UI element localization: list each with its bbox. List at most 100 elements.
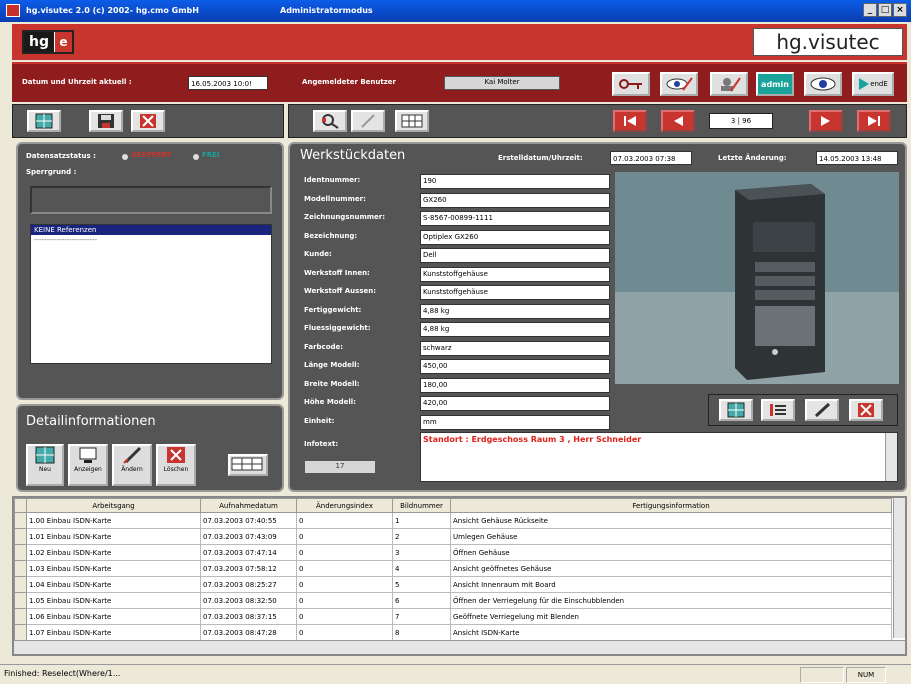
table-cell[interactable]: 1.07 Einbau ISDN-Karte: [26, 624, 201, 641]
table-row[interactable]: 1.05 Einbau ISDN-Karte 07.03.2003 08:32:5…: [14, 592, 892, 609]
row-selector[interactable]: [14, 512, 27, 529]
table-cell[interactable]: 0: [296, 528, 393, 545]
table-cell[interactable]: 3: [392, 544, 451, 561]
table-cell[interactable]: 2: [392, 528, 451, 545]
table-cell[interactable]: 1.05 Einbau ISDN-Karte: [26, 592, 201, 609]
key-icon[interactable]: [612, 72, 650, 96]
table-cell[interactable]: 1: [392, 512, 451, 529]
references-list[interactable]: KEINE Referenzen -----------------------…: [30, 224, 272, 364]
field-value[interactable]: 4,88 kg: [420, 303, 610, 319]
table-row[interactable]: 1.06 Einbau ISDN-Karte 07.03.2003 08:37:1…: [14, 608, 892, 625]
col-fertigungsinformation[interactable]: Fertigungsinformation: [450, 498, 892, 513]
table-row[interactable]: 1.00 Einbau ISDN-Karte 07.03.2003 07:40:5…: [14, 512, 892, 529]
field-value[interactable]: 4,88 kg: [420, 322, 610, 337]
field-value[interactable]: Dell: [420, 248, 610, 263]
table-row[interactable]: 1.04 Einbau ISDN-Karte 07.03.2003 08:25:2…: [14, 576, 892, 593]
cancel-icon[interactable]: [131, 110, 165, 132]
table-cell[interactable]: 0: [296, 544, 393, 561]
table-cell[interactable]: 07.03.2003 08:25:27: [200, 576, 297, 593]
field-value[interactable]: S-8567-00899-1111: [420, 211, 610, 226]
photo-edit-icon[interactable]: [805, 399, 839, 421]
table-row[interactable]: 1.03 Einbau ISDN-Karte 07.03.2003 07:58:1…: [14, 560, 892, 577]
first-record-icon[interactable]: [613, 110, 647, 132]
table-cell[interactable]: 07.03.2003 08:32:50: [200, 592, 297, 609]
table-cell[interactable]: 0: [296, 512, 393, 529]
row-selector[interactable]: [14, 624, 27, 641]
filter-icon[interactable]: [351, 110, 385, 132]
table-cell[interactable]: Ansicht Gehäuse Rückseite: [450, 512, 892, 529]
lock-reason-field[interactable]: [30, 186, 272, 214]
photo-delete-icon[interactable]: [849, 399, 883, 421]
table-cell[interactable]: 07.03.2003 07:40:55: [200, 512, 297, 529]
table-cell[interactable]: 0: [296, 624, 393, 641]
table-cell[interactable]: 07.03.2003 08:37:15: [200, 608, 297, 625]
table-cell[interactable]: 1.03 Einbau ISDN-Karte: [26, 560, 201, 577]
photo-grid-icon[interactable]: [719, 399, 753, 421]
field-value[interactable]: 190: [420, 174, 610, 189]
prev-record-icon[interactable]: [661, 110, 695, 132]
table-cell[interactable]: 1.06 Einbau ISDN-Karte: [26, 608, 201, 625]
grid-view-button[interactable]: [228, 454, 268, 476]
table-row[interactable]: 1.02 Einbau ISDN-Karte 07.03.2003 07:47:1…: [14, 544, 892, 561]
field-value[interactable]: GX260: [420, 192, 610, 208]
infotext-scrollbar[interactable]: [885, 433, 897, 481]
table-cell[interactable]: Ansicht ISDN-Karte: [450, 624, 892, 641]
table-cell[interactable]: 6: [392, 592, 451, 609]
table-cell[interactable]: 07.03.2003 07:58:12: [200, 560, 297, 577]
edit-button[interactable]: Ändern: [112, 444, 152, 486]
free-radio[interactable]: [193, 154, 199, 160]
table-vscrollbar[interactable]: [893, 498, 905, 638]
table-cell[interactable]: Ansicht Innenraum mit Board: [450, 576, 892, 593]
table-cell[interactable]: 07.03.2003 08:47:28: [200, 624, 297, 641]
table-cell[interactable]: 4: [392, 560, 451, 577]
table-cell[interactable]: Öffnen Gehäuse: [450, 544, 892, 561]
table-cell[interactable]: 8: [392, 624, 451, 641]
table-cell[interactable]: 1.00 Einbau ISDN-Karte: [26, 512, 201, 529]
field-value[interactable]: schwarz: [420, 340, 610, 356]
next-record-icon[interactable]: [809, 110, 843, 132]
table-row[interactable]: 1.07 Einbau ISDN-Karte 07.03.2003 08:47:2…: [14, 624, 892, 641]
field-value[interactable]: Kunststoffgehäuse: [420, 285, 610, 300]
exit-button[interactable]: endE: [852, 72, 894, 96]
minimize-icon[interactable]: _: [863, 3, 877, 17]
show-button[interactable]: Anzeigen: [68, 444, 108, 486]
table-cell[interactable]: 1.04 Einbau ISDN-Karte: [26, 576, 201, 593]
field-value[interactable]: mm: [420, 414, 610, 430]
table-cell[interactable]: 0: [296, 592, 393, 609]
eye-pen-icon[interactable]: [660, 72, 698, 96]
row-selector[interactable]: [14, 576, 27, 593]
table-cell[interactable]: 0: [296, 576, 393, 593]
table-cell[interactable]: 0: [296, 560, 393, 577]
table-cell[interactable]: 1.02 Einbau ISDN-Karte: [26, 544, 201, 561]
row-selector[interactable]: [14, 560, 27, 577]
delete-button[interactable]: Löschen: [156, 444, 196, 486]
field-value[interactable]: 450,00: [420, 359, 610, 374]
photo-list-icon[interactable]: [761, 399, 795, 421]
infotext-field[interactable]: Standort : Erdgeschoss Raum 3 , Herr Sch…: [420, 432, 898, 482]
table-cell[interactable]: Geöffnete Verriegelung mit Blenden: [450, 608, 892, 625]
field-value[interactable]: 420,00: [420, 396, 610, 411]
row-selector[interactable]: [14, 608, 27, 625]
save-icon[interactable]: [89, 110, 123, 132]
col-arbeitsgang[interactable]: Arbeitsgang: [26, 498, 201, 513]
grid-add-icon[interactable]: [27, 110, 61, 132]
view-eye-icon[interactable]: [804, 72, 842, 96]
locked-radio[interactable]: [122, 154, 128, 160]
table-cell[interactable]: 07.03.2003 07:43:09: [200, 528, 297, 545]
new-button[interactable]: Neu: [26, 444, 64, 486]
edit-user-icon[interactable]: [710, 72, 748, 96]
col-aenderungsindex[interactable]: Änderungsindex: [296, 498, 393, 513]
table-cell[interactable]: Umlegen Gehäuse: [450, 528, 892, 545]
row-selector[interactable]: [14, 528, 27, 545]
table-cell[interactable]: Ansicht geöffnetes Gehäuse: [450, 560, 892, 577]
search-icon[interactable]: [313, 110, 347, 132]
admin-button[interactable]: admin: [756, 72, 794, 96]
maximize-icon[interactable]: □: [878, 3, 892, 17]
field-value[interactable]: Kunststoffgehäuse: [420, 266, 610, 282]
list-view-icon[interactable]: [395, 110, 429, 132]
table-cell[interactable]: 1.01 Einbau ISDN-Karte: [26, 528, 201, 545]
col-bildnummer[interactable]: Bildnummer: [392, 498, 451, 513]
last-record-icon[interactable]: [857, 110, 891, 132]
table-cell[interactable]: 0: [296, 608, 393, 625]
table-row[interactable]: 1.01 Einbau ISDN-Karte 07.03.2003 07:43:0…: [14, 528, 892, 545]
